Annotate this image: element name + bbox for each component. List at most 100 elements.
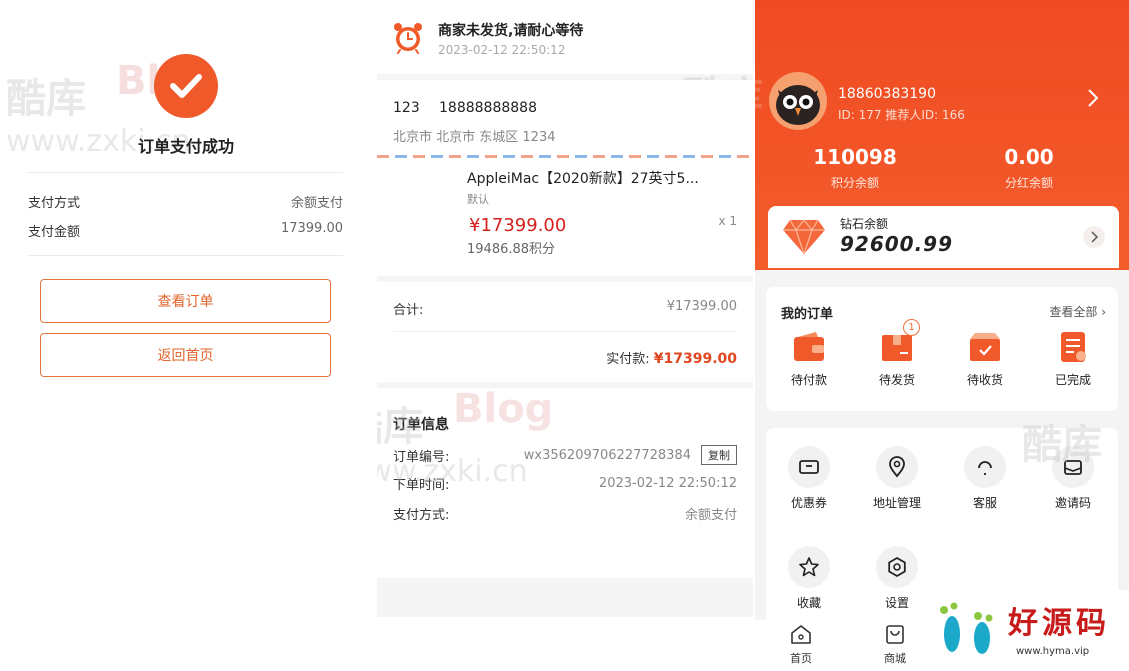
tab-label: 首页	[790, 652, 812, 665]
actual-pay-label: 实付款:	[606, 352, 650, 367]
my-orders-title: 我的订单	[781, 307, 834, 322]
tool-label: 邀请码	[1054, 496, 1091, 510]
diamond-label: 钻石余额	[840, 217, 889, 231]
copy-button[interactable]: 复制	[701, 445, 737, 465]
tool-service[interactable]: 客服	[950, 446, 1020, 511]
brand-url: www.hyma.vip	[1016, 646, 1090, 657]
view-all-orders-link[interactable]: 查看全部 ›	[1049, 303, 1106, 320]
back-home-button[interactable]: 返回首页	[40, 333, 331, 377]
subtotal-value: ¥17399.00	[666, 299, 737, 314]
address-card[interactable]: 123 18888888888 北京市 北京市 东城区 1234	[377, 80, 753, 158]
star-icon	[799, 557, 819, 577]
order-status-title: 商家未发货,请耐心等待	[438, 23, 584, 39]
actual-pay-value: ¥17399.00	[653, 351, 737, 367]
bonus-value: 0.00	[1004, 145, 1054, 169]
order-pending-receive[interactable]: 待收货	[952, 331, 1018, 388]
payment-success-panel: 酷库 Blog www.zxki.cn 订单支付成功 支付方式 余额支付 支付金…	[0, 0, 375, 671]
chevron-right-icon[interactable]	[1087, 88, 1099, 108]
tab-mall[interactable]: 商城	[865, 623, 925, 666]
order-item-label: 待发货	[878, 373, 915, 387]
goods-quantity: x 1	[718, 214, 737, 228]
pay-amount-value: 17399.00	[280, 221, 343, 236]
order-item-label: 待收货	[966, 373, 1003, 387]
coupon-icon	[799, 460, 819, 474]
order-status-time: 2023-02-12 22:50:12	[438, 43, 566, 57]
order-badge: 1	[903, 319, 920, 336]
diamond-value: 92600.99	[840, 232, 954, 256]
tool-invite-code[interactable]: 邀请码	[1038, 446, 1108, 511]
order-info-card: 订单信息 订单编号: wx356209706227728384 复制 下单时间:…	[377, 386, 753, 578]
address-phone: 18888888888	[439, 100, 537, 116]
watermark-blog: Blog	[453, 386, 554, 432]
tool-label: 地址管理	[872, 496, 921, 510]
order-summary-card: 合计: ¥17399.00 实付款: ¥17399.00	[377, 282, 753, 382]
order-number-label: 订单编号:	[393, 449, 450, 465]
goods-price: ¥17399.00	[469, 215, 567, 236]
goods-points: 19486.88积分	[467, 242, 556, 257]
tool-label: 收藏	[796, 596, 821, 610]
order-detail-panel: 商家未发货,请耐心等待 2023-02-12 22:50:12 酷库 123 1…	[377, 0, 753, 671]
tool-coupon[interactable]: 优惠券	[774, 446, 844, 511]
order-completed[interactable]: 已完成	[1040, 331, 1106, 388]
order-time-row: 下单时间: 2023-02-12 22:50:12	[393, 474, 737, 493]
chevron-right-icon[interactable]	[1083, 226, 1105, 248]
bonus-label: 分红余额	[1004, 176, 1053, 190]
tool-label: 设置	[884, 596, 909, 610]
alarm-clock-icon	[394, 23, 422, 54]
tool-label: 客服	[972, 496, 997, 510]
pay-amount-label: 支付金额	[28, 225, 81, 240]
order-pay-method-label: 支付方式:	[393, 508, 450, 523]
points-value: 110098	[813, 145, 897, 169]
order-number-value: wx356209706227728384	[523, 447, 691, 463]
points-label: 积分余额	[830, 176, 879, 190]
success-title: 订单支付成功	[137, 137, 234, 156]
tool-favorites[interactable]: 收藏	[774, 546, 844, 611]
order-pending-payment[interactable]: 待付款	[776, 331, 842, 388]
tab-label: 商城	[884, 652, 906, 665]
watermark-cn: 酷库	[6, 76, 86, 122]
delivery-icon	[970, 333, 1000, 361]
owl-avatar-icon	[776, 85, 820, 125]
order-pay-method-row: 支付方式: 余额支付	[393, 504, 737, 523]
tool-settings[interactable]: 设置	[862, 546, 932, 611]
profile-header: 18860383190 ID: 177 推荐人ID: 166 110098 积分…	[755, 0, 1129, 270]
order-time-label: 下单时间:	[393, 478, 450, 493]
goods-spec: 默认	[467, 193, 489, 206]
subtotal-label: 合计:	[393, 303, 424, 318]
success-check-icon	[154, 54, 218, 118]
divider	[393, 331, 737, 332]
order-item-label: 已完成	[1054, 373, 1091, 387]
location-icon	[889, 456, 905, 478]
avatar[interactable]	[769, 72, 827, 130]
home-icon	[791, 625, 811, 644]
divider	[28, 255, 343, 256]
order-time-value: 2023-02-12 22:50:12	[598, 476, 737, 491]
shopping-bag-icon	[886, 625, 904, 644]
view-all-label: 查看全部	[1049, 305, 1098, 319]
order-pay-method-value: 余额支付	[684, 508, 737, 523]
address-text: 北京市 北京市 东城区 1234	[393, 130, 556, 145]
order-item-label: 待付款	[790, 373, 827, 387]
address-name: 123	[393, 100, 420, 116]
chevron-right-icon: ›	[1101, 305, 1106, 319]
tool-address[interactable]: 地址管理	[862, 446, 932, 511]
divider	[28, 172, 343, 173]
pay-method-label: 支付方式	[28, 196, 81, 211]
order-pending-ship[interactable]: 1 待发货	[864, 319, 930, 388]
pay-method-row: 支付方式 余额支付	[28, 192, 343, 211]
user-center-panel: 18860383190 ID: 177 推荐人ID: 166 110098 积分…	[755, 0, 1129, 671]
gear-icon	[888, 556, 906, 578]
order-info-title: 订单信息	[393, 417, 449, 433]
tool-label: 优惠券	[790, 496, 827, 510]
document-icon	[1061, 332, 1086, 362]
tab-home[interactable]: 首页	[771, 623, 831, 666]
view-order-button[interactable]: 查看订单	[40, 279, 331, 323]
user-phone: 18860383190	[838, 86, 936, 102]
my-orders-card: 我的订单 查看全部 › 待付款 1 待发货 待收货 已完成	[766, 287, 1118, 411]
brand-logo: 好源码 www.hyma.vip	[930, 590, 1129, 671]
user-ids: ID: 177 推荐人ID: 166	[838, 108, 965, 122]
goods-card[interactable]: AppleiMac【2020新款】27英寸5... 默认 ¥17399.00 1…	[377, 158, 753, 276]
envelope-icon	[1064, 460, 1082, 475]
diamond-balance-card[interactable]: 钻石余额 92600.99	[768, 206, 1119, 268]
footprint-logo-icon	[940, 602, 993, 654]
